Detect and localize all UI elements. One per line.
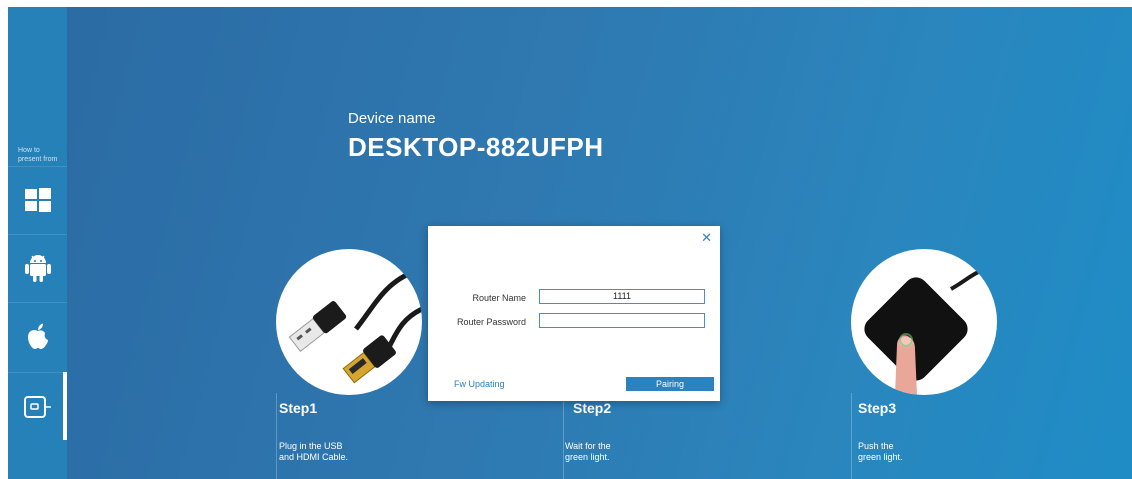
- step2-description: Wait for the green light.: [565, 441, 685, 463]
- router-password-input[interactable]: [539, 313, 705, 328]
- sidebar-active-indicator: [63, 372, 67, 440]
- step3-description: Push the green light.: [858, 441, 978, 463]
- apple-icon: [27, 323, 49, 349]
- step3-title: Step3: [858, 400, 897, 416]
- step1-desc-line1: Plug in the USB: [279, 441, 343, 451]
- sidebar: How to present from: [8, 7, 67, 479]
- close-icon[interactable]: ✕: [701, 230, 712, 246]
- sidebar-item-android[interactable]: [8, 234, 67, 301]
- app-window: How to present from Device name DESKTOP-…: [8, 7, 1132, 479]
- howto-line1: How to: [18, 147, 40, 154]
- step3-desc-line1: Push the: [858, 441, 894, 451]
- step3-desc-line2: green light.: [858, 452, 903, 462]
- device-name-label: Device name: [348, 110, 436, 127]
- fw-updating-link[interactable]: Fw Updating: [454, 379, 505, 389]
- step2-divider: [563, 393, 564, 479]
- step1-divider: [276, 393, 277, 479]
- howto-line2: present from: [18, 156, 58, 163]
- step3-image: [851, 249, 997, 395]
- step1-description: Plug in the USB and HDMI Cable.: [279, 441, 399, 463]
- sidebar-item-button[interactable]: [8, 372, 67, 441]
- pairing-button[interactable]: Pairing: [626, 377, 714, 391]
- step2-desc-line2: green light.: [565, 452, 610, 462]
- android-icon: [24, 253, 51, 283]
- sidebar-item-apple[interactable]: [8, 302, 67, 369]
- step1-title: Step1: [279, 400, 318, 416]
- button-device-icon: [23, 396, 52, 418]
- router-name-label: Router Name: [472, 293, 526, 303]
- router-password-label: Router Password: [456, 317, 526, 327]
- step1-desc-line2: and HDMI Cable.: [279, 452, 349, 462]
- sidebar-item-windows[interactable]: [8, 166, 67, 233]
- step2-title: Step2: [573, 400, 612, 416]
- router-dialog: ✕ Router Name Router Password Fw Updatin…: [428, 226, 720, 401]
- step1-image: [276, 249, 422, 395]
- step2-desc-line1: Wait for the: [565, 441, 611, 451]
- howto-label: How to present from: [18, 146, 66, 164]
- step3-divider: [851, 393, 852, 479]
- router-name-input[interactable]: [539, 289, 705, 304]
- windows-icon: [24, 188, 51, 212]
- device-name: DESKTOP-882UFPH: [348, 132, 604, 162]
